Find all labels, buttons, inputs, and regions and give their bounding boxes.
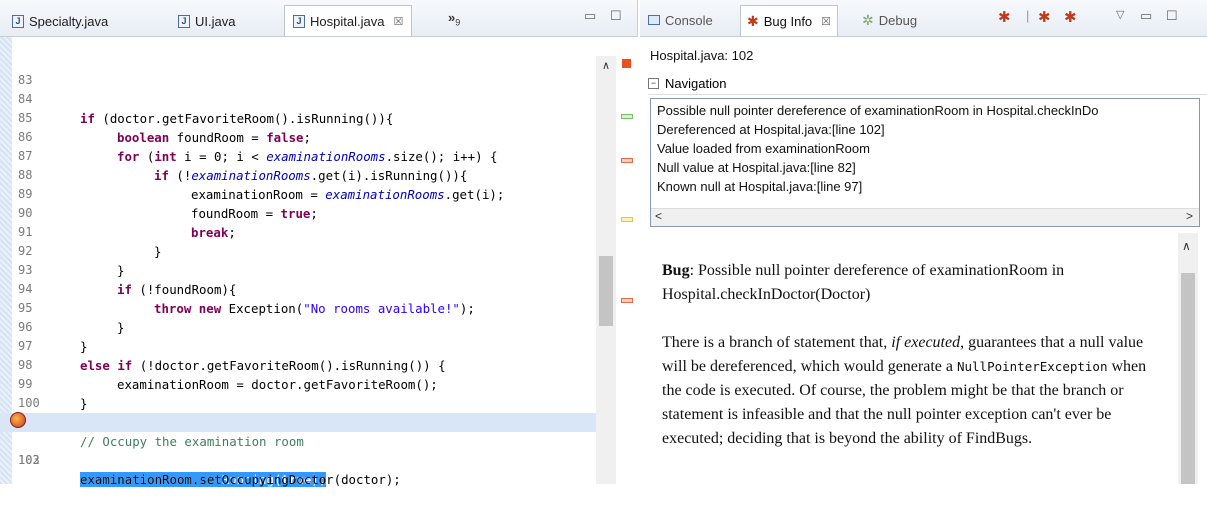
code-line: 95 }	[18, 301, 125, 335]
overview-ruler[interactable]	[617, 56, 637, 484]
code-line-current: 102 examinationRoom.setRunning(true);	[0, 412, 596, 487]
java-file-icon: J	[293, 14, 305, 28]
navigation-list[interactable]: Possible null pointer dereference of exa…	[650, 98, 1200, 227]
maximize-icon[interactable]: ☐	[1166, 8, 1178, 24]
bug-location: Hospital.java: 102	[650, 48, 754, 63]
chevron-up-icon[interactable]: ∧	[602, 59, 610, 72]
line-number: 103	[18, 453, 40, 467]
code-line: 96 }	[18, 320, 88, 354]
close-icon[interactable]: ☒	[821, 15, 831, 28]
code-line: 97 else if (!doctor.getFavoriteRoom().is…	[18, 339, 446, 373]
ruler-marker[interactable]	[621, 298, 633, 303]
tab-label: Hospital.java	[310, 13, 385, 29]
code-line: 98 examinationRoom = doctor.getFavoriteR…	[18, 358, 438, 392]
scroll-left-icon[interactable]: <	[655, 209, 662, 223]
scrollbar-thumb[interactable]	[599, 256, 613, 326]
code-line: 101 // Occupy the examination room	[0, 394, 596, 449]
scroll-up-icon[interactable]: ∧	[1182, 239, 1191, 253]
navigation-item[interactable]: Known null at Hospital.java:[line 97]	[657, 179, 862, 194]
code-line: 99 }	[18, 377, 88, 411]
editor-tab-bar: J Specialty.java J UI.java J Hospital.ja…	[0, 0, 637, 37]
bug-export-icon[interactable]: ✱	[1064, 8, 1077, 26]
code-line: 100	[0, 375, 596, 410]
scrollbar-thumb[interactable]	[1181, 273, 1195, 484]
code-editor[interactable]: 83 84 if (doctor.getFavoriteRoom().isRun…	[0, 37, 638, 487]
navigation-item[interactable]: Possible null pointer dereference of exa…	[657, 103, 1099, 118]
code-line: 84 if (doctor.getFavoriteRoom().isRunnin…	[18, 92, 394, 126]
bug-marker-icon[interactable]	[10, 412, 26, 428]
toolbar-separator: |	[1026, 8, 1030, 23]
tab-label: UI.java	[195, 13, 236, 29]
view-tab-bar: Console ✱ Bug Info ☒ ✲ Debug ✱ | ✱ ✱ ▽ ▭…	[640, 0, 1207, 37]
navigation-item[interactable]: Null value at Hospital.java:[line 82]	[657, 160, 856, 175]
close-icon[interactable]: ☒	[393, 15, 403, 28]
code-line: 93 if (!foundRoom){	[18, 263, 237, 297]
bug-explanation: There is a branch of statement that, if …	[662, 334, 1147, 447]
tab-debug[interactable]: ✲ Debug	[862, 7, 917, 33]
navigation-horizontal-scrollbar[interactable]: < >	[651, 208, 1199, 226]
tab-console[interactable]: Console	[648, 7, 713, 33]
minimize-icon[interactable]: ▭	[584, 8, 596, 24]
collapse-icon[interactable]: −	[648, 77, 659, 89]
java-file-icon: J	[178, 14, 190, 28]
tab-ui-java[interactable]: J UI.java	[178, 7, 235, 35]
navigation-item[interactable]: Dereferenced at Hospital.java:[line 102]	[657, 122, 885, 137]
tab-hospital-java[interactable]: J Hospital.java ☒	[284, 5, 413, 36]
code-line: 103 examinationRoom.setOccupyingDoctor(d…	[18, 453, 401, 487]
bug-annotation-icon[interactable]: ✱	[998, 8, 1011, 26]
navigation-item[interactable]: Value loaded from examinationRoom	[657, 141, 870, 156]
code-line: 86 for (int i = 0; i < examinationRooms.…	[18, 130, 498, 164]
navigation-section-header[interactable]: − Navigation	[648, 72, 1207, 95]
tab-bug-info[interactable]: ✱ Bug Info ☒	[740, 5, 839, 36]
code-line: 88 examinationRoom = examinationRooms.ge…	[18, 168, 505, 202]
bug-description: Bug: Possible null pointer dereference o…	[650, 233, 1178, 484]
maximize-icon[interactable]: ☐	[610, 8, 622, 24]
view-menu-icon[interactable]: ▽	[1116, 8, 1124, 21]
code-line: 89 foundRoom = true;	[18, 187, 318, 221]
description-vertical-scrollbar[interactable]: ∧	[1178, 233, 1198, 484]
bug-info-pane: Console ✱ Bug Info ☒ ✲ Debug ✱ | ✱ ✱ ▽ ▭…	[640, 0, 1207, 484]
error-indicator-icon[interactable]	[622, 59, 631, 68]
bug-summary: Bug: Possible null pointer dereference o…	[662, 262, 1065, 303]
ruler-marker[interactable]	[621, 114, 633, 119]
scroll-right-icon[interactable]: >	[1186, 209, 1193, 223]
editor-pane: J Specialty.java J UI.java J Hospital.ja…	[0, 0, 638, 487]
bug-filter-icon[interactable]: ✱	[1038, 8, 1051, 26]
code-line: 91 }	[18, 225, 162, 259]
editor-vertical-scrollbar[interactable]	[596, 56, 616, 484]
code-line: 83	[0, 52, 596, 87]
more-tabs-button[interactable]: »9	[448, 10, 460, 28]
minimize-icon[interactable]: ▭	[1140, 8, 1152, 24]
ruler-marker[interactable]	[621, 158, 633, 163]
tab-specialty-java[interactable]: J Specialty.java	[12, 7, 108, 35]
java-file-icon: J	[12, 14, 24, 28]
code-line: 94 throw new Exception("No rooms availab…	[18, 282, 475, 316]
code-line: 87 if (!examinationRooms.get(i).isRunnin…	[18, 149, 468, 183]
debug-icon: ✲	[862, 11, 874, 28]
code-line: 90 break;	[18, 206, 236, 240]
ruler-marker[interactable]	[621, 217, 633, 222]
tab-label: Specialty.java	[29, 13, 109, 29]
bug-icon: ✱	[747, 12, 759, 29]
code-line: 85 boolean foundRoom = false;	[18, 111, 311, 145]
code-line: 92 }	[18, 244, 125, 278]
console-icon	[648, 15, 660, 25]
